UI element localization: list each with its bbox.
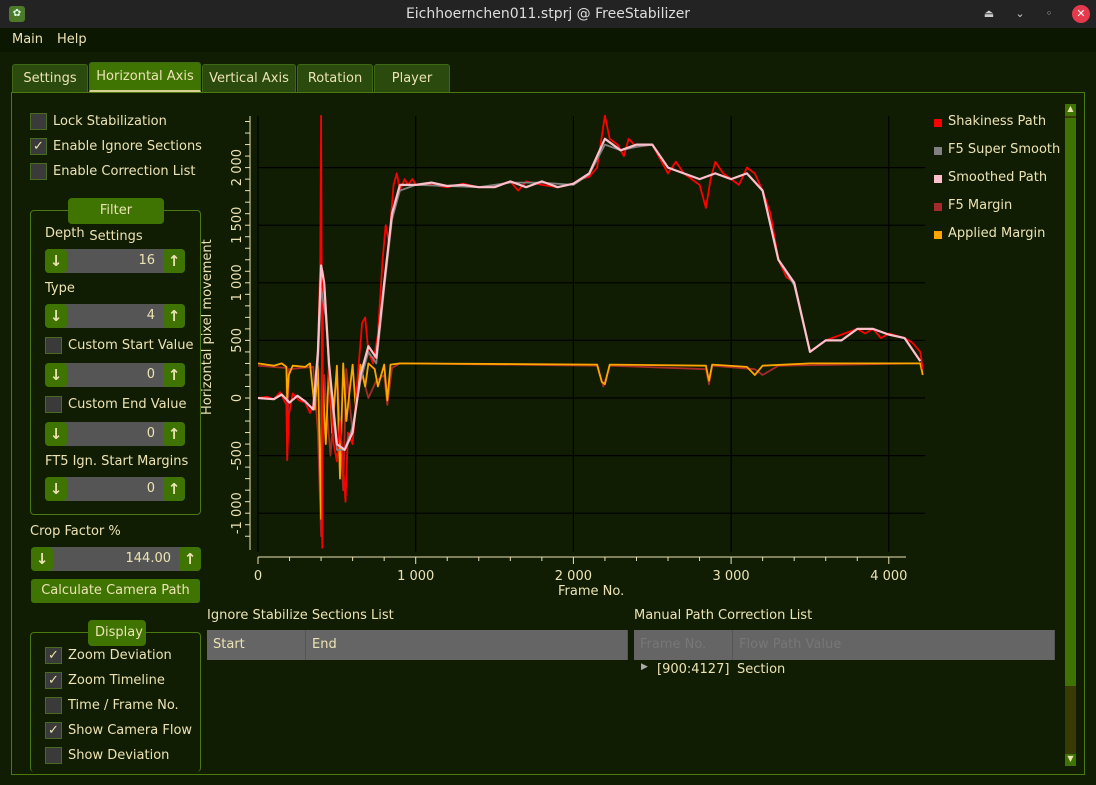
legend-label: F5 Margin	[948, 198, 1013, 213]
column-header-end[interactable]: End	[306, 630, 628, 660]
y-axis-label: Horizontal pixel movement	[200, 239, 215, 415]
y-tick-label: 500	[230, 328, 245, 353]
y-tick-label: 1 000	[230, 264, 245, 301]
row-value: Section	[737, 662, 786, 677]
y-tick-label: 1 500	[230, 207, 245, 244]
legend-swatch	[934, 119, 942, 127]
row-frames: [900:4127]	[657, 662, 730, 677]
column-header-start[interactable]: Start	[207, 630, 306, 660]
ignore-list-title: Ignore Stabilize Sections List	[207, 608, 394, 623]
y-tick-label: 0	[230, 394, 245, 402]
scrollbar-thumb[interactable]	[1065, 118, 1076, 686]
legend-label: Applied Margin	[948, 226, 1046, 241]
vertical-scrollbar[interactable]: ▲ ▼	[1065, 104, 1076, 766]
legend-swatch	[934, 175, 942, 183]
x-tick-label: 0	[254, 569, 262, 584]
column-header-frame-no[interactable]: Frame No.	[634, 630, 733, 660]
display-option-checkbox[interactable]: ✓	[45, 722, 62, 739]
x-tick-label: 3 000	[712, 569, 749, 584]
legend-label: Smoothed Path	[948, 170, 1048, 185]
column-header-flow-path-value[interactable]: Flow Path Value	[733, 630, 1055, 660]
display-option-checkbox[interactable]	[45, 747, 62, 764]
display-option-checkbox[interactable]: ✓	[45, 672, 62, 689]
display-option-label: Zoom Timeline	[68, 673, 165, 688]
x-tick-label: 4 000	[870, 569, 907, 584]
display-option-label: Show Camera Flow	[68, 723, 193, 738]
path-chart[interactable]: 0 1 000 2 000 3 000 4 000 -1 000 -500 0 500 1 000…	[0, 0, 1096, 610]
y-tick-label: -1 000	[230, 492, 245, 534]
y-tick-label: -500	[230, 441, 245, 471]
legend-swatch	[934, 231, 942, 239]
display-option-checkbox[interactable]: ✓	[45, 647, 62, 664]
x-axis-label: Frame No.	[558, 584, 625, 599]
x-tick-label: 1 000	[397, 569, 434, 584]
ignore-list-header: Start End	[207, 630, 628, 660]
correction-list-header: Frame No. Flow Path Value	[634, 630, 1055, 660]
display-option-label: Zoom Deviation	[68, 648, 172, 663]
legend-swatch	[934, 147, 942, 155]
x-tick-label: 2 000	[555, 569, 592, 584]
series-line-shakiness-path	[257, 114, 924, 549]
display-option-checkbox[interactable]	[45, 697, 62, 714]
expand-arrow-icon[interactable]: ▶	[641, 662, 648, 672]
y-tick-label: 2 000	[230, 149, 245, 186]
display-option-label: Time / Frame No.	[68, 698, 179, 713]
series-line-smoothed-path	[257, 137, 922, 451]
scroll-up-arrow-icon[interactable]: ▲	[1065, 104, 1076, 116]
legend-label: Shakiness Path	[948, 114, 1047, 129]
correction-list-title: Manual Path Correction List	[634, 608, 813, 623]
list-item[interactable]: ▶ [900:4127] Section	[640, 662, 1055, 682]
display-title: Display	[88, 620, 146, 646]
legend-swatch	[934, 203, 942, 211]
scroll-down-arrow-icon[interactable]: ▼	[1065, 754, 1076, 766]
display-option-label: Show Deviation	[68, 748, 170, 763]
legend-label: F5 Super Smooth	[948, 142, 1061, 157]
